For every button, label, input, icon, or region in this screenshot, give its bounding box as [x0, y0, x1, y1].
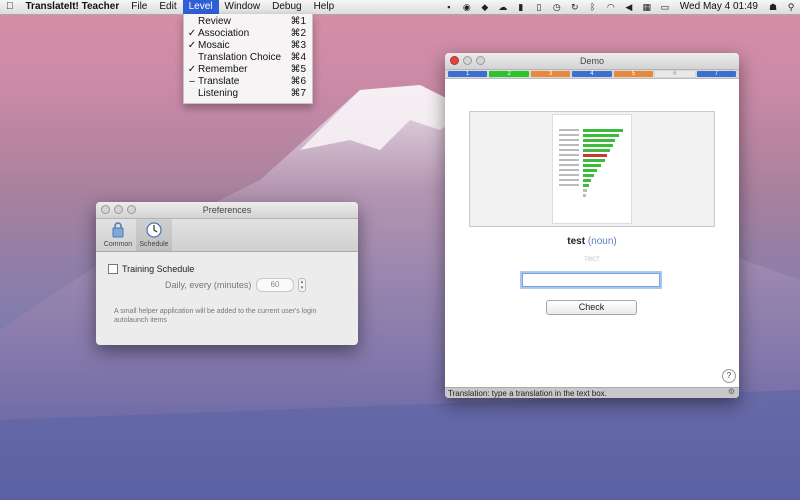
- progress-segment[interactable]: 6: [655, 71, 695, 77]
- lock-icon: [112, 222, 124, 238]
- progress-segment[interactable]: 3: [530, 71, 571, 77]
- word-heading: test (noun): [445, 236, 739, 247]
- tab-schedule[interactable]: Schedule: [136, 219, 172, 251]
- spotlight-icon[interactable]: ⚲: [785, 2, 797, 12]
- menu-debug[interactable]: Debug: [266, 0, 307, 14]
- lock-icon[interactable]: ▯: [533, 2, 545, 12]
- check-button[interactable]: Check: [546, 300, 637, 315]
- training-schedule-checkbox[interactable]: Training Schedule: [108, 264, 194, 274]
- menu-level[interactable]: Level: [182, 0, 219, 14]
- word-text: test: [567, 236, 586, 247]
- menu-item-listening[interactable]: Listening ⌘7: [184, 88, 312, 100]
- minutes-stepper[interactable]: ▴ ▾: [298, 278, 306, 292]
- menu-file[interactable]: File: [125, 0, 153, 14]
- user-icon[interactable]: ☗: [767, 2, 779, 12]
- zoom-button[interactable]: [476, 56, 485, 65]
- menu-item-translate[interactable]: – Translate ⌘6: [184, 76, 312, 88]
- help-button[interactable]: ?: [722, 369, 736, 383]
- battery-icon[interactable]: ▭: [659, 2, 671, 12]
- progress-segment[interactable]: 1: [448, 71, 488, 77]
- sync-icon[interactable]: ↻: [569, 2, 581, 12]
- word-image-frame: [469, 111, 715, 227]
- app-menu[interactable]: TranslateIt! Teacher: [20, 0, 126, 14]
- close-button[interactable]: [450, 56, 459, 65]
- preferences-toolbar: Common Schedule: [96, 219, 358, 252]
- tab-label: Common: [103, 241, 133, 248]
- demo-window: Demo 1 2 3 4 5 6 7 test (noun) тест Chec…: [445, 53, 739, 398]
- preferences-content: Training Schedule Daily, every (minutes)…: [96, 252, 358, 345]
- preferences-window: Preferences Common Schedule Training Sch…: [96, 202, 358, 345]
- demo-titlebar[interactable]: Demo: [445, 53, 739, 70]
- translation-hint: тест: [584, 254, 600, 263]
- menu-window[interactable]: Window: [219, 0, 267, 14]
- window-controls: [101, 205, 140, 214]
- helper-note: A small helper application will be added…: [114, 308, 317, 324]
- menu-item-remember[interactable]: ✓ Remember ⌘5: [184, 64, 312, 76]
- progress-segment[interactable]: 7: [696, 71, 736, 77]
- status-tray: ▪ ◉ ◆ ☁ ▮ ▯ ◷ ↻ ᛒ ◠ ◀ ▦ ▭ Wed May 4 01:4…: [440, 0, 800, 14]
- apple-menu-icon[interactable]: : [0, 0, 20, 14]
- clock-icon: [146, 222, 162, 238]
- minutes-field[interactable]: 60: [256, 278, 294, 292]
- window-title: Demo: [579, 56, 604, 66]
- status-text: Translation: type a translation in the t…: [448, 389, 607, 398]
- word-image: [552, 114, 632, 224]
- zoom-button[interactable]: [127, 205, 136, 214]
- progress-segment[interactable]: 4: [572, 71, 612, 77]
- menu-edit[interactable]: Edit: [153, 0, 182, 14]
- wifi-icon[interactable]: ◠: [605, 2, 617, 12]
- cloud-icon[interactable]: ☁: [497, 2, 509, 12]
- menu-item-review[interactable]: Review ⌘1: [184, 16, 312, 28]
- dash-icon: –: [189, 76, 195, 87]
- time-machine-icon[interactable]: ◷: [551, 2, 563, 12]
- daily-interval-label: Daily, every (minutes): [165, 280, 252, 290]
- level-progress-bar: 1 2 3 4 5 6 7: [445, 70, 739, 79]
- printer-icon[interactable]: ▪: [443, 2, 455, 12]
- close-button[interactable]: [101, 205, 110, 214]
- menu-item-association[interactable]: ✓ Association ⌘2: [184, 28, 312, 40]
- battery-tray-icon[interactable]: ▮: [515, 2, 527, 12]
- part-of-speech: (noun): [587, 236, 617, 247]
- progress-segment[interactable]: 2: [489, 71, 529, 77]
- progress-segment[interactable]: 5: [613, 71, 654, 77]
- gear-icon[interactable]: ⚙: [728, 386, 735, 397]
- flag-icon[interactable]: ▦: [641, 2, 653, 12]
- checkmark-icon: ✓: [187, 64, 197, 75]
- checkmark-icon: ✓: [187, 40, 197, 51]
- checkmark-icon: ✓: [187, 28, 197, 39]
- minimize-button[interactable]: [114, 205, 123, 214]
- translation-input[interactable]: [522, 273, 660, 287]
- tab-common[interactable]: Common: [100, 219, 136, 251]
- level-menu: Review ⌘1 ✓ Association ⌘2 ✓ Mosaic ⌘3 Transl…: [183, 14, 313, 104]
- minimize-button[interactable]: [463, 56, 472, 65]
- window-title: Preferences: [202, 205, 252, 215]
- dropbox-icon[interactable]: ◆: [479, 2, 491, 12]
- preferences-titlebar[interactable]: Preferences: [96, 202, 358, 219]
- tab-label: Schedule: [139, 241, 169, 248]
- checkbox-box[interactable]: [108, 264, 118, 274]
- menu-item-mosaic[interactable]: ✓ Mosaic ⌘3: [184, 40, 312, 52]
- bluetooth-icon[interactable]: ᛒ: [587, 2, 599, 12]
- menu-bar:  TranslateIt! Teacher File Edit Level W…: [0, 0, 800, 15]
- window-controls: [450, 56, 489, 65]
- status-bar: Translation: type a translation in the t…: [445, 387, 739, 398]
- training-schedule-label: Training Schedule: [122, 264, 195, 274]
- menu-item-translation-choice[interactable]: Translation Choice ⌘4: [184, 52, 312, 64]
- menu-help[interactable]: Help: [308, 0, 341, 14]
- clock[interactable]: Wed May 4 01:49: [674, 0, 764, 14]
- volume-icon[interactable]: ◀: [623, 2, 635, 12]
- translateit-tray-icon[interactable]: ◉: [461, 2, 473, 12]
